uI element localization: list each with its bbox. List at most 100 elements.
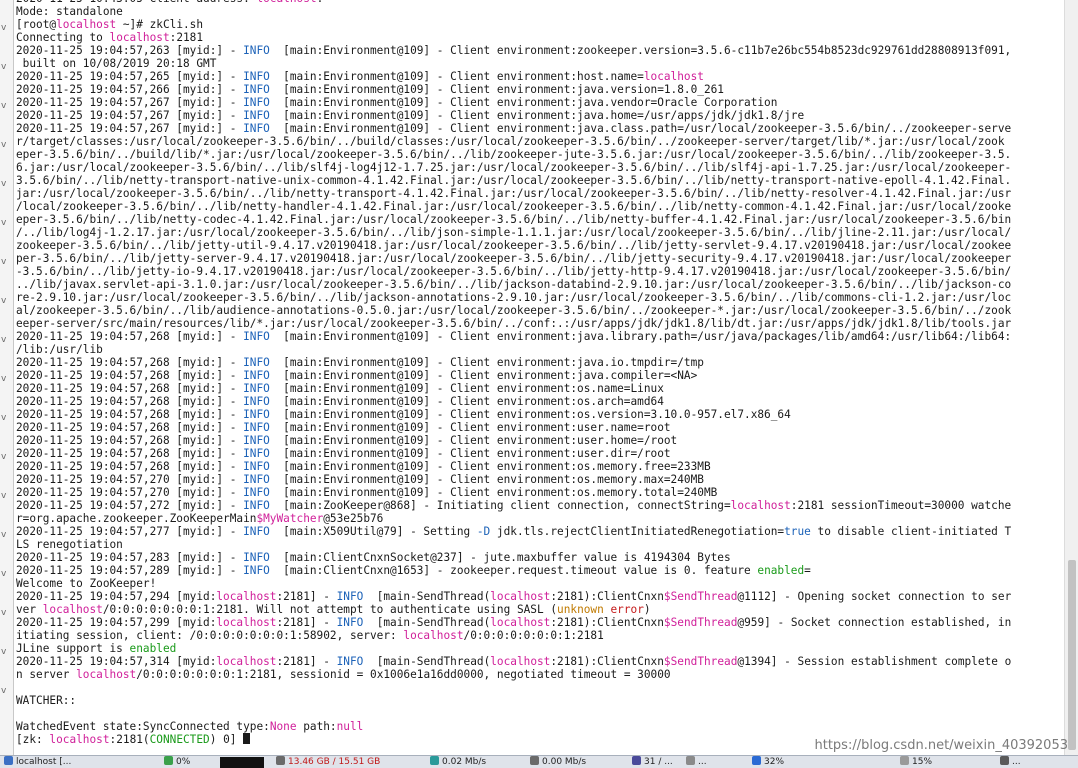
taskbar-black-block [220, 757, 264, 768]
taskbar-item-label: 0.00 Mb/s [542, 757, 587, 767]
terminal-text: . [317, 0, 324, 5]
terminal-text: INFO [243, 83, 270, 96]
terminal-cursor [243, 733, 251, 744]
taskbar-item[interactable]: ... [1000, 756, 1021, 768]
terminal-text: INFO [243, 551, 270, 564]
taskbar-item-label: 32% [764, 757, 785, 767]
terminal-line: Mode: standalone [16, 5, 1011, 18]
taskbar-item-label: ... [1012, 757, 1021, 767]
taskbar-item-label: localhost [... [16, 757, 72, 767]
terminal-text: :2181( [109, 733, 150, 746]
terminal-text: :2181 [169, 31, 204, 44]
taskbar-app-icon [686, 756, 695, 765]
terminal-text: 2020-11-25 19:04:57,268 [myid:] - [16, 434, 244, 447]
terminal-line: 2020-11-25 19:04:57,268 [myid:] - INFO [… [16, 408, 1011, 421]
terminal-text: INFO [243, 421, 270, 434]
terminal-text: INFO [336, 616, 364, 629]
terminal-text: [main:Environment@109] - Client environm… [269, 122, 1012, 135]
taskbar-item[interactable]: 13.46 GB / 15.51 GB [276, 756, 380, 768]
terminal-text: INFO [243, 525, 270, 538]
terminal-text: :2181):ClientCnxn [550, 616, 664, 629]
terminal-line: 2020-11-25 19:04:57,270 [myid:] - INFO [… [16, 473, 1011, 486]
terminal-text: 3.5.6/bin/../lib/netty-transport-native-… [16, 174, 1012, 187]
taskbar-item[interactable]: ... [686, 756, 707, 768]
terminal-text: 6.jar:/usr/local/zookeeper-3.5.6/bin/../… [16, 161, 1012, 174]
terminal-text: [main:Environment@109] - Client environm… [269, 83, 724, 96]
terminal-line: 3.5.6/bin/../lib/netty-transport-native-… [16, 174, 1011, 187]
terminal-text: LS renegotiation [16, 538, 123, 551]
terminal-line: [root@localhost ~]# zkCli.sh [16, 18, 1011, 31]
gutter-mark: v [1, 608, 7, 618]
gutter-mark: v [1, 452, 7, 462]
vertical-scrollbar[interactable] [1064, 0, 1078, 755]
terminal-text: 2020-11-25 19:04:57,270 [myid:] - [16, 486, 244, 499]
gutter-mark: v [1, 23, 7, 33]
terminal-text: 2020-11-25 19:04:57,277 [myid:] - [16, 525, 244, 538]
terminal-line: Connecting to localhost:2181 [16, 31, 1011, 44]
terminal-text: per-3.5.6/bin/../lib/jetty-server-9.4.17… [16, 252, 1012, 265]
terminal-text: INFO [243, 369, 270, 382]
terminal-text: localhost [42, 603, 103, 616]
terminal-text: jdk.tls.rejectClientInitiatedRenegotiati… [490, 525, 785, 538]
terminal-line: Welcome to ZooKeeper! [16, 577, 1011, 590]
terminal-line: 2020-11-25 19:04:57,268 [myid:] - INFO [… [16, 447, 1011, 460]
taskbar-item-label: 15% [912, 757, 933, 767]
terminal-text: [main:Environment@109] - Client environm… [269, 96, 778, 109]
terminal-window[interactable]: 2020-11-25 10:43:05 Client address: loca… [14, 0, 1063, 755]
terminal-text: [main-SendThread( [363, 590, 491, 603]
terminal-text: 2020-11-25 19:04:57,268 [myid:] - [16, 369, 244, 382]
taskbar-item[interactable]: 32% [752, 756, 784, 768]
terminal-text: r/target/classes:/usr/local/zookeeper-3.… [16, 135, 1005, 148]
gutter-mark: v [1, 140, 7, 150]
taskbar-app-icon [164, 756, 173, 765]
terminal-line: 2020-11-25 19:04:57,268 [myid:] - INFO [… [16, 369, 1011, 382]
terminal-text: [root@ [16, 18, 57, 31]
taskbar-item[interactable]: 0.00 Mb/s [530, 756, 586, 768]
terminal-text: INFO [243, 70, 270, 83]
terminal-text: [main:Environment@109] - Client environm… [269, 408, 791, 421]
terminal-text: $MyWatcher [256, 512, 324, 525]
taskbar-item[interactable]: 0% [164, 756, 190, 768]
terminal-text: localhost [256, 0, 316, 5]
terminal-text: 2020-11-25 19:04:57,263 [myid:] - [16, 44, 244, 57]
terminal-text: [main:Environment@109] - Client environm… [269, 486, 718, 499]
terminal-text: [main-SendThread( [363, 655, 491, 668]
terminal-text: 2020-11-25 19:04:57,265 [myid:] - [16, 70, 244, 83]
terminal-text: to disable client-initiated T [810, 525, 1012, 538]
gutter-mark: v [1, 179, 7, 189]
taskbar-item[interactable]: 31 / ... [632, 756, 673, 768]
terminal-line: 2020-11-25 19:04:57,267 [myid:] - INFO [… [16, 122, 1011, 135]
terminal-line: JLine support is enabled [16, 642, 1011, 655]
taskbar-item-label: 13.46 GB / 15.51 GB [288, 757, 381, 767]
taskbar-item[interactable]: localhost [... [4, 756, 71, 768]
terminal-line: /local/zookeeper-3.5.6/bin/../lib/netty-… [16, 200, 1011, 213]
terminal-line: 2020-11-25 19:04:57,277 [myid:] - INFO [… [16, 525, 1011, 538]
gutter-mark: v [1, 62, 7, 72]
terminal-text: error [610, 603, 644, 616]
terminal-text: Mode: standalone [16, 5, 123, 18]
terminal-text: Connecting to [16, 31, 110, 44]
terminal-text: 2020-11-25 19:04:57,299 [myid: [16, 616, 217, 629]
taskbar-item[interactable]: 15% [900, 756, 932, 768]
terminal-text: path: [296, 720, 337, 733]
gutter-mark: v [1, 218, 7, 228]
scrollbar-thumb[interactable] [1068, 560, 1076, 750]
taskbar-item-label: ... [698, 757, 707, 767]
terminal-text: 2020-11-25 19:04:57,270 [myid:] - [16, 473, 244, 486]
terminal-line: 2020-11-25 19:04:57,294 [myid:localhost:… [16, 590, 1011, 603]
terminal-line: WATCHER:: [16, 694, 1011, 707]
terminal-text: 2020-11-25 19:04:57,289 [myid:] - [16, 564, 244, 577]
terminal-text: $SendThread [663, 616, 738, 629]
terminal-text: INFO [243, 395, 270, 408]
terminal-text: eeper-server/src/main/resources/lib/*.ja… [16, 317, 1012, 330]
terminal-text: 2020-11-25 19:04:57,268 [myid:] - [16, 395, 244, 408]
terminal-line: /../lib/log4j-1.2.17.jar:/usr/local/zook… [16, 226, 1011, 239]
terminal-text: WATCHER:: [16, 694, 77, 707]
terminal-text: [main:Environment@109] - Client environm… [269, 356, 704, 369]
taskbar-item[interactable]: 0.02 Mb/s [430, 756, 486, 768]
gutter-mark: v [1, 296, 7, 306]
terminal-text: $SendThread [663, 655, 738, 668]
terminal-text: n server [16, 668, 77, 681]
gutter-mark: v [1, 374, 7, 384]
terminal-text: /0:0:0:0:0:0:0:1:2181 [463, 629, 604, 642]
